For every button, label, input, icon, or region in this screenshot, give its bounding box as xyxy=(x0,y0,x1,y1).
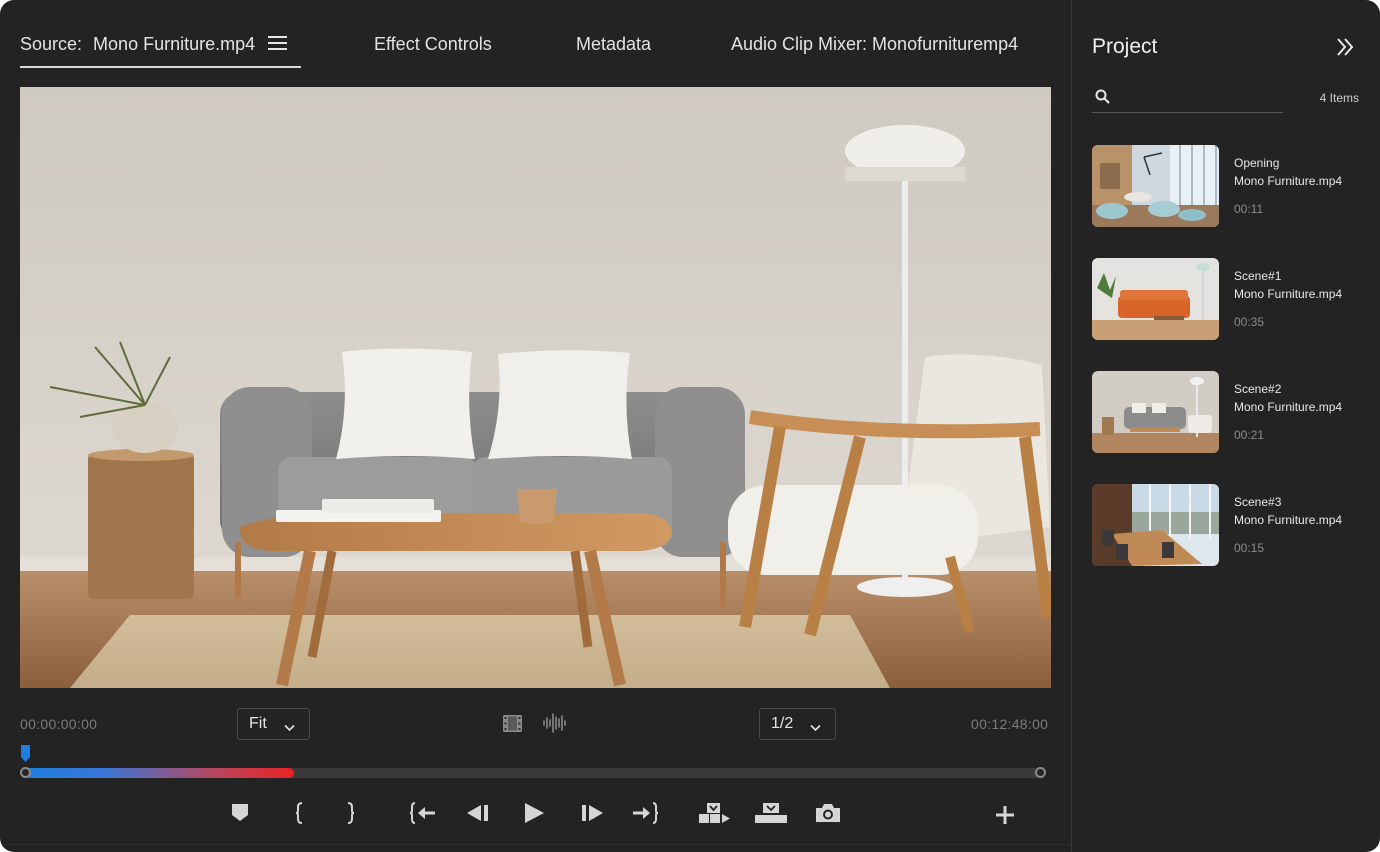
duration-timecode: 00:12:48:00 xyxy=(971,716,1049,732)
current-timecode[interactable]: 00:00:00:00 xyxy=(20,716,97,732)
tab-source[interactable]: Source: Mono Furniture.mp4 xyxy=(20,34,288,54)
active-tab-indicator xyxy=(20,66,301,68)
clip-name: Scene#2 xyxy=(1234,382,1282,396)
tab-source-file: Mono Furniture.mp4 xyxy=(93,34,256,54)
tab-metadata[interactable]: Metadata xyxy=(576,34,651,54)
play-button[interactable] xyxy=(522,802,546,828)
insert-button[interactable] xyxy=(698,802,732,828)
add-control-button[interactable] xyxy=(994,804,1016,830)
item-count: 4 Items xyxy=(1319,91,1359,105)
go-to-in-button[interactable] xyxy=(409,801,437,829)
project-item-scene-1[interactable]: Scene#1 Mono Furniture.mp4 00:35 xyxy=(1092,258,1362,340)
tab-effect-controls[interactable]: Effect Controls xyxy=(374,34,492,54)
out-point-handle[interactable] xyxy=(1035,767,1046,778)
clip-thumbnail xyxy=(1092,484,1219,566)
project-search-input[interactable] xyxy=(1116,86,1282,108)
audio-only-icon[interactable] xyxy=(542,712,567,739)
mark-out-button[interactable] xyxy=(342,801,358,829)
project-title: Project xyxy=(1092,35,1158,58)
overwrite-icon xyxy=(755,802,787,828)
source-monitor: Source: Mono Furniture.mp4 Effect Contro… xyxy=(0,0,1071,852)
project-item-scene-3[interactable]: Scene#3 Mono Furniture.mp4 00:15 xyxy=(1092,484,1362,566)
clip-thumbnail xyxy=(1092,258,1219,340)
clip-thumbnail xyxy=(1092,145,1219,227)
chevron-down-icon xyxy=(810,719,821,737)
plus-icon xyxy=(996,805,1014,829)
play-icon xyxy=(524,802,544,828)
editor-window: Source: Mono Furniture.mp4 Effect Contro… xyxy=(0,0,1380,852)
playback-resolution-select[interactable]: 1/2 xyxy=(759,708,836,740)
clip-filename: Mono Furniture.mp4 xyxy=(1234,513,1343,527)
scrubber-progress xyxy=(24,768,294,778)
panel-divider xyxy=(0,844,1071,845)
clip-thumbnail xyxy=(1092,371,1219,453)
chevron-down-icon xyxy=(284,719,295,737)
clip-name: Opening xyxy=(1234,156,1280,170)
go-to-in-icon xyxy=(409,801,436,829)
mark-in-button[interactable] xyxy=(292,801,308,829)
go-to-out-icon xyxy=(632,801,659,829)
project-item-scene-2[interactable]: Scene#2 Mono Furniture.mp4 00:21 xyxy=(1092,371,1362,453)
step-forward-icon xyxy=(581,804,603,826)
playhead-icon[interactable] xyxy=(21,745,30,767)
video-preview[interactable] xyxy=(20,87,1051,688)
zoom-select[interactable]: Fit xyxy=(237,708,310,740)
mark-out-icon xyxy=(346,801,355,829)
tab-source-prefix: Source: xyxy=(20,34,83,54)
clip-name: Scene#1 xyxy=(1234,269,1282,283)
tab-audio-clip-mixer[interactable]: Audio Clip Mixer: Monofurnituremp4 xyxy=(731,34,1018,54)
go-to-out-button[interactable] xyxy=(631,801,659,829)
clip-name: Scene#3 xyxy=(1234,495,1282,509)
video-frame-image xyxy=(20,87,1051,688)
clip-duration: 00:15 xyxy=(1234,541,1265,555)
collapse-panel-icon[interactable] xyxy=(1335,37,1355,62)
timeline-scrubber[interactable] xyxy=(24,768,1041,778)
step-forward-button[interactable] xyxy=(580,802,604,828)
export-frame-button[interactable] xyxy=(815,802,841,828)
in-point-handle[interactable] xyxy=(20,767,31,778)
insert-icon xyxy=(699,802,731,828)
search-icon xyxy=(1095,89,1110,109)
marker-icon xyxy=(232,804,248,826)
search-underline xyxy=(1092,112,1283,113)
project-panel: Project 4 Items Opening Mono Furniture.m… xyxy=(1071,0,1380,852)
clip-filename: Mono Furniture.mp4 xyxy=(1234,174,1343,188)
step-back-button[interactable] xyxy=(466,802,490,828)
panel-tabs: Source: Mono Furniture.mp4 Effect Contro… xyxy=(20,0,1051,68)
clip-duration: 00:35 xyxy=(1234,315,1265,329)
project-item-opening[interactable]: Opening Mono Furniture.mp4 00:11 xyxy=(1092,145,1362,227)
video-only-icon[interactable] xyxy=(503,715,522,737)
mark-in-icon xyxy=(295,801,304,829)
clip-filename: Mono Furniture.mp4 xyxy=(1234,287,1343,301)
clip-duration: 00:21 xyxy=(1234,428,1265,442)
zoom-value: Fit xyxy=(249,715,267,732)
add-marker-button[interactable] xyxy=(230,802,250,828)
step-back-icon xyxy=(467,804,489,826)
clip-duration: 00:11 xyxy=(1234,202,1264,216)
menu-icon[interactable] xyxy=(268,34,288,54)
camera-icon xyxy=(816,803,840,827)
clip-filename: Mono Furniture.mp4 xyxy=(1234,400,1343,414)
resolution-value: 1/2 xyxy=(771,715,794,732)
overwrite-button[interactable] xyxy=(754,802,788,828)
